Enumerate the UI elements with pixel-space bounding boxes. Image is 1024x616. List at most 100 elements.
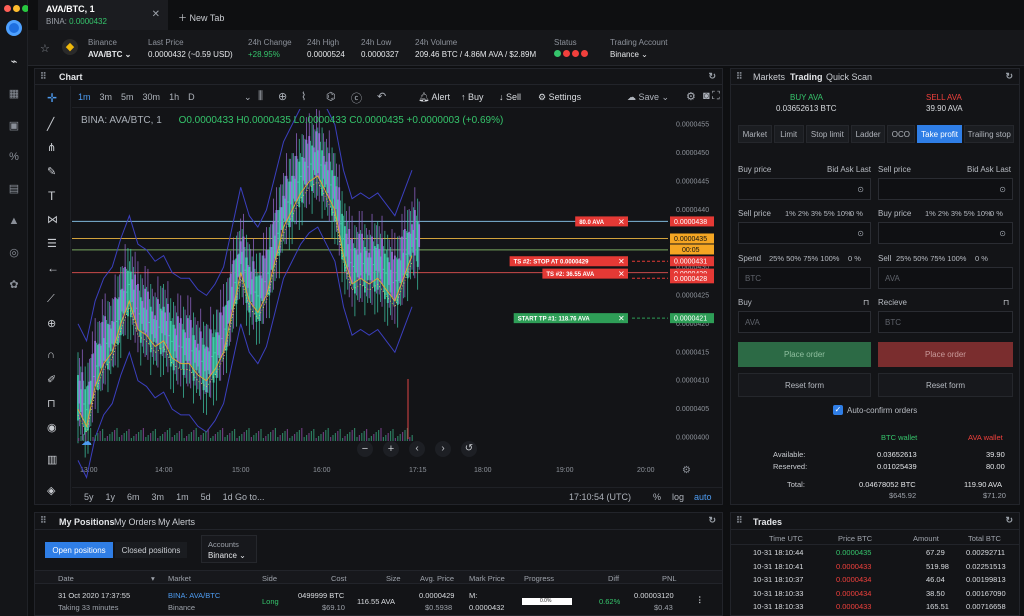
sell-button[interactable]: ↓ Sell (499, 92, 521, 102)
open-positions-button[interactable]: Open positions (45, 542, 113, 558)
close-order-icon[interactable]: ✕ (618, 217, 625, 226)
tab-my-orders[interactable]: My Orders (114, 517, 156, 527)
dashboard-icon[interactable]: ▦ (7, 87, 21, 101)
close-window-button[interactable] (4, 5, 11, 12)
settings-button[interactable]: ⚙ Settings (538, 92, 581, 103)
closed-positions-button[interactable]: Closed positions (115, 542, 187, 558)
order-type-take-profit[interactable]: Take profit (916, 125, 963, 143)
refresh-icon[interactable]: ↻ (1005, 515, 1013, 526)
col-avg-price[interactable]: Avg. Price (420, 574, 454, 583)
brush-icon[interactable]: ✎ (47, 165, 56, 178)
lock-icon[interactable]: ⊓ (1003, 298, 1009, 307)
text-tool-icon[interactable]: T (48, 189, 55, 203)
sell-amount-input[interactable]: AVA (878, 267, 1013, 289)
target-icon[interactable]: ⊙ (857, 229, 864, 238)
crosshair-icon[interactable]: ✛ (47, 91, 57, 105)
range-1y[interactable]: 1y (106, 492, 116, 502)
fib-icon[interactable]: ☰ (47, 237, 57, 250)
tab-ava-btc[interactable]: AVA/BTC, 1 BINA: 0.0000432 ✕ (38, 0, 168, 30)
timeframe-3m[interactable]: 3m (100, 92, 113, 102)
drag-handle-icon[interactable]: ⠿ (40, 515, 47, 526)
new-tab-button[interactable]: ＋ New Tab (178, 11, 224, 24)
col-cost[interactable]: Cost (331, 574, 346, 583)
lock-icon[interactable]: ⊓ (863, 298, 869, 307)
close-order-icon[interactable]: ✕ (618, 314, 625, 323)
range-1m[interactable]: 1m (176, 492, 189, 502)
lock-icon[interactable]: ⊓ (47, 397, 56, 410)
alert-button[interactable]: 🔔︎ Alert (418, 92, 450, 103)
position-row[interactable]: 31 Oct 2020 17:37:55 Taking 33 minutes B… (35, 585, 722, 616)
sort-down-icon[interactable]: ▾ (151, 574, 155, 583)
tab-quick-scan[interactable]: Quick Scan (826, 72, 872, 82)
col-mark-price[interactable]: Mark Price (469, 574, 505, 583)
sell-side-pct-buttons[interactable]: 1% 2% 3% 5% 10% (925, 209, 992, 218)
undo-icon[interactable]: ↶ (377, 90, 386, 103)
layers-icon[interactable]: ◈ (47, 484, 55, 497)
chart-settings-icon[interactable]: ⚙ (682, 465, 691, 476)
ruler-icon[interactable]: ⟋ (47, 293, 55, 306)
position-market[interactable]: BINA: AVA/BTC (168, 591, 220, 600)
account-selector[interactable]: Binance ⌄ (610, 50, 648, 59)
place-buy-order-button[interactable]: Place order (738, 342, 871, 367)
goto-button[interactable]: Go to... (235, 492, 265, 502)
reset-buy-form-button[interactable]: Reset form (738, 373, 871, 397)
auto-confirm-checkbox[interactable]: ✓ (833, 405, 843, 415)
compare-icon[interactable]: ⊕ (278, 90, 287, 103)
sell-side-buy-price-input[interactable]: ⊙ (878, 222, 1013, 244)
drag-handle-icon[interactable]: ⠿ (40, 71, 47, 82)
timeframe-5m[interactable]: 5m (121, 92, 134, 102)
range-3m[interactable]: 3m (152, 492, 165, 502)
col-side[interactable]: Side (262, 574, 277, 583)
chart-icon[interactable]: ⌁ (7, 55, 21, 69)
sell-price-pct-buttons[interactable]: 1% 2% 3% 5% 10% (785, 209, 852, 218)
tab-markets[interactable]: Markets (753, 72, 785, 82)
timeframe-1m[interactable]: 1m (78, 92, 91, 102)
sell-side-price-input[interactable]: ⊙ (878, 178, 1013, 200)
order-type-limit[interactable]: Limit (773, 125, 804, 143)
candle-type-icon[interactable]: ⫼ (258, 90, 263, 103)
order-type-trailing-stop[interactable]: Trailing stop (964, 125, 1015, 143)
spend-input[interactable]: BTC (738, 267, 871, 289)
scroll-left-button[interactable]: ‹ (409, 441, 425, 457)
buy-price-input[interactable]: ⊙ (738, 178, 871, 200)
document-icon[interactable]: ▤ (7, 182, 21, 196)
target-icon[interactable]: ⊙ (999, 185, 1006, 194)
timeframe-30m[interactable]: 30m (143, 92, 161, 102)
percent-toggle[interactable]: % (653, 492, 661, 502)
more-options-icon[interactable]: ⋮ (696, 595, 704, 604)
app-logo-icon[interactable] (6, 20, 22, 36)
range-5y[interactable]: 5y (84, 492, 94, 502)
buy-button[interactable]: ↑ Buy (461, 92, 484, 102)
range-6m[interactable]: 6m (127, 492, 140, 502)
log-toggle[interactable]: log (672, 492, 684, 502)
percent-icon[interactable]: % (7, 150, 21, 164)
templates-icon[interactable]: ⌬ (326, 90, 336, 103)
col-progress[interactable]: Progress (524, 574, 554, 583)
sell-pct-buttons[interactable]: 25% 50% 75% 100% (896, 254, 966, 263)
target-icon[interactable]: ⊙ (999, 229, 1006, 238)
close-order-icon[interactable]: ✕ (618, 270, 625, 279)
recieve-input[interactable]: BTC (878, 311, 1013, 333)
zoom-in-button[interactable]: + (383, 441, 399, 457)
briefcase-icon[interactable]: ▣ (7, 119, 21, 133)
refresh-icon[interactable]: ↻ (708, 515, 716, 526)
place-sell-order-button[interactable]: Place order (878, 342, 1013, 367)
refresh-icon[interactable]: ↻ (1005, 71, 1013, 82)
chevron-down-icon[interactable]: ⌄ (244, 92, 252, 103)
trendline-icon[interactable]: ╱ (47, 117, 54, 131)
order-type-oco[interactable]: OCO (886, 125, 915, 143)
order-type-market[interactable]: Market (738, 125, 772, 143)
col-pnl[interactable]: PNL (662, 574, 677, 583)
minimize-window-button[interactable] (13, 5, 20, 12)
drag-handle-icon[interactable]: ⠿ (736, 71, 743, 82)
refresh-icon[interactable]: ↻ (708, 71, 716, 82)
order-type-ladder[interactable]: Ladder (851, 125, 885, 143)
tab-my-positions[interactable]: My Positions (59, 517, 115, 527)
auto-toggle[interactable]: auto (694, 492, 712, 502)
globe-icon[interactable]: ◎ (7, 246, 21, 260)
trash-icon[interactable]: ▥ (47, 453, 57, 466)
price-chart[interactable]: 0.0000455 0.0000450 0.0000445 0.0000440 0.00… (72, 109, 722, 487)
zoom-in-icon[interactable]: ⊕ (47, 317, 56, 330)
indicators-icon[interactable]: ⌇ (301, 90, 306, 103)
scroll-right-button[interactable]: › (435, 441, 451, 457)
